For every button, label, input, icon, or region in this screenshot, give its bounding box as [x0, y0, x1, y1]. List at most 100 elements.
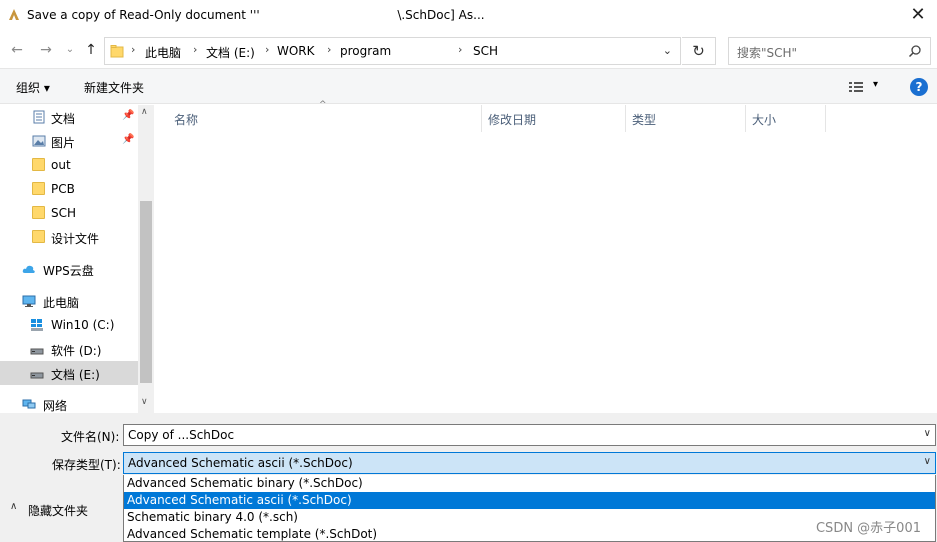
sidebar-item-design-files[interactable]: 设计文件: [0, 225, 138, 249]
filename-label: 文件名(N):: [61, 430, 120, 444]
cloud-icon: [22, 265, 35, 273]
breadcrumb-separator[interactable]: ›: [327, 43, 331, 56]
command-toolbar: 组织 ▾ 新建文件夹 ▾ ?: [0, 68, 937, 104]
view-options-icon[interactable]: [848, 80, 864, 94]
documents-icon: [33, 110, 45, 124]
forward-button[interactable]: →: [36, 38, 56, 62]
sidebar-item-label: out: [51, 158, 71, 172]
filename-value[interactable]: Copy of ...SchDoc: [128, 428, 234, 442]
window-title-prefix: Save a copy of Read-Only document ''': [27, 8, 260, 22]
filetype-label: 保存类型(T):: [52, 458, 121, 472]
back-button[interactable]: ←: [7, 38, 27, 62]
breadcrumb-separator[interactable]: ›: [458, 43, 462, 56]
redacted-region: [263, 9, 394, 22]
network-icon: [22, 399, 36, 409]
file-list[interactable]: ^ 名称 修改日期 类型 大小: [156, 100, 937, 413]
column-header-date[interactable]: 修改日期: [482, 105, 626, 132]
organize-menu[interactable]: 组织 ▾: [16, 79, 50, 96]
sidebar-item-label: WPS云盘: [43, 264, 94, 278]
filetype-option[interactable]: Advanced Schematic template (*.SchDot): [124, 526, 935, 542]
drive-icon: [30, 372, 44, 379]
chevron-down-icon[interactable]: ∨: [924, 428, 931, 439]
sidebar-item-label: 软件 (D:): [51, 344, 102, 358]
folder-icon: [32, 206, 45, 219]
hide-folders-button[interactable]: ∧ 隐藏文件夹: [0, 494, 118, 524]
filetype-value[interactable]: Advanced Schematic ascii (*.SchDoc): [128, 456, 353, 470]
chevron-up-icon: ∧: [10, 501, 18, 512]
refresh-button[interactable]: ↻: [682, 37, 716, 65]
sidebar-item-label: 文档 (E:): [51, 368, 100, 382]
address-bar[interactable]: › 此电脑 › 文档 (E:) › WORK › program › SCH ⌄: [104, 37, 681, 65]
sidebar-item-wps-cloud[interactable]: WPS云盘: [0, 257, 138, 281]
folder-icon: [32, 230, 45, 243]
sidebar-item-label: Win10 (C:): [51, 318, 115, 332]
save-form: 文件名(N): Copy of ...SchDoc ∨ 保存类型(T): Adv…: [0, 413, 937, 542]
breadcrumb-this-pc[interactable]: 此电脑: [145, 44, 181, 61]
window-title: Save a copy of Read-Only document ''' \.…: [27, 8, 485, 22]
sidebar-item-win10-c[interactable]: Win10 (C:): [0, 313, 138, 337]
folder-icon: [32, 158, 45, 171]
recent-locations-button[interactable]: ⌄: [60, 38, 80, 62]
filetype-options-list[interactable]: Advanced Schematic binary (*.SchDoc) Adv…: [123, 475, 936, 542]
breadcrumb-drive-e[interactable]: 文档 (E:): [206, 44, 255, 61]
chevron-down-icon[interactable]: ∨: [141, 397, 148, 407]
csdn-watermark: CSDN @赤子001: [815, 521, 921, 536]
breadcrumb-work[interactable]: WORK: [277, 44, 315, 58]
close-button[interactable]: ✕: [903, 2, 933, 28]
navigation-pane: 文档 📌 图片 📌 out PCB SCH 设计文件 WPS云盘 此电脑 Win…: [0, 105, 154, 413]
pin-icon: 📌: [122, 134, 135, 145]
sidebar-item-label: 设计文件: [51, 232, 100, 246]
folder-icon: [32, 182, 45, 195]
window-title-suffix: \.SchDoc] As...: [397, 8, 485, 22]
help-icon[interactable]: ?: [910, 78, 928, 96]
column-header-name[interactable]: ^ 名称: [156, 100, 482, 132]
filetype-option[interactable]: Schematic binary 4.0 (*.sch): [124, 509, 935, 526]
sidebar-item-label: 文档: [51, 112, 76, 126]
windows-drive-icon: [31, 319, 43, 331]
hide-folders-label: 隐藏文件夹: [28, 504, 89, 518]
computer-icon: [22, 295, 36, 307]
search-icon[interactable]: [908, 44, 922, 58]
sidebar-item-label: 此电脑: [43, 296, 80, 310]
filetype-select[interactable]: Advanced Schematic ascii (*.SchDoc) ∨: [123, 452, 936, 474]
chevron-down-icon[interactable]: ⌄: [663, 44, 672, 57]
column-label: 名称: [174, 113, 199, 127]
sidebar-item-label: SCH: [51, 206, 77, 220]
sidebar-item-label: PCB: [51, 182, 75, 196]
column-header-type[interactable]: 类型: [626, 105, 746, 132]
navigation-bar: ← → ⌄ ↑ › 此电脑 › 文档 (E:) › WORK › program…: [0, 33, 937, 67]
sidebar-item-this-pc[interactable]: 此电脑: [0, 289, 138, 313]
search-placeholder[interactable]: 搜索"SCH": [737, 44, 797, 61]
sidebar-item-documents[interactable]: 文档 📌: [0, 105, 138, 129]
sidebar-item-documents-e[interactable]: 文档 (E:): [0, 361, 138, 385]
breadcrumb-separator[interactable]: ›: [265, 43, 269, 56]
sidebar-item-out[interactable]: out: [0, 153, 138, 177]
filename-field[interactable]: Copy of ...SchDoc ∨: [123, 424, 936, 446]
filetype-option[interactable]: Advanced Schematic binary (*.SchDoc): [124, 475, 935, 492]
sidebar-item-sch[interactable]: SCH: [0, 201, 138, 225]
column-label: 修改日期: [488, 113, 537, 127]
altium-app-icon: [9, 9, 19, 20]
breadcrumb-separator[interactable]: ›: [131, 43, 135, 56]
sort-up-icon: ^: [319, 100, 327, 110]
column-header-size[interactable]: 大小: [746, 105, 826, 132]
filetype-option-selected[interactable]: Advanced Schematic ascii (*.SchDoc): [124, 492, 935, 509]
chevron-down-icon[interactable]: ∨: [924, 456, 931, 467]
sidebar-item-pictures[interactable]: 图片 📌: [0, 129, 138, 153]
view-dropdown-button[interactable]: ▾: [873, 79, 878, 90]
search-box[interactable]: 搜索"SCH": [728, 37, 931, 65]
pictures-icon: [32, 135, 46, 147]
breadcrumb-separator[interactable]: ›: [193, 43, 197, 56]
up-button[interactable]: ↑: [81, 38, 101, 62]
drive-icon: [30, 348, 44, 355]
chevron-up-icon[interactable]: ∧: [141, 107, 148, 117]
new-folder-button[interactable]: 新建文件夹: [84, 79, 144, 96]
sidebar-item-pcb[interactable]: PCB: [0, 177, 138, 201]
folder-icon: [110, 45, 124, 58]
sidebar-item-software-d[interactable]: 软件 (D:): [0, 337, 138, 361]
breadcrumb-program[interactable]: program: [340, 44, 391, 58]
navigation-scrollbar[interactable]: ∧ ∨: [138, 105, 154, 413]
scrollbar-thumb[interactable]: [140, 201, 152, 383]
column-label: 大小: [752, 113, 777, 127]
breadcrumb-sch[interactable]: SCH: [473, 44, 498, 58]
